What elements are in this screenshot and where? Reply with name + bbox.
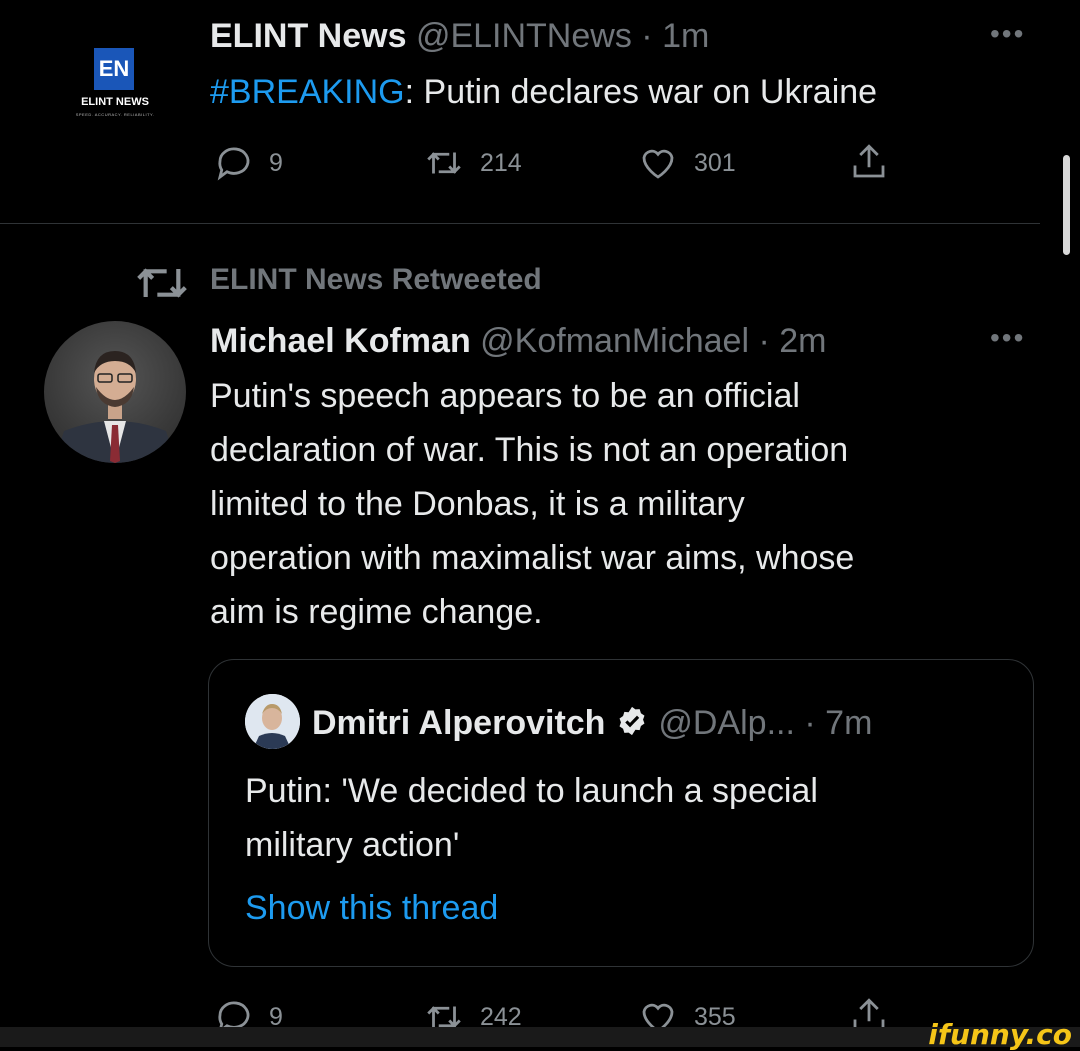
author-handle[interactable]: @KofmanMichael — [480, 322, 749, 360]
reply-icon — [217, 147, 250, 181]
dmitri-alperovitch-avatar[interactable] — [245, 694, 300, 749]
separator: · — [641, 17, 653, 55]
author-handle[interactable]: @ELINTNews — [416, 17, 632, 55]
portrait-image — [54, 351, 176, 463]
quoted-header: Dmitri Alperovitch @DAlp... · 7m — [312, 703, 872, 743]
tweet2-line: aim is regime change. — [210, 593, 543, 631]
separator: · — [758, 322, 770, 360]
elint-logo-name: ELINT NEWS — [81, 96, 149, 108]
quoted-line: military action' — [245, 826, 460, 864]
reply-button[interactable]: 9 — [213, 142, 283, 184]
quoted-portrait-image — [245, 694, 300, 749]
tweet2-text: Putin's speech appears to be an official… — [210, 369, 1030, 639]
author-name[interactable]: ELINT News — [210, 17, 406, 55]
verified-icon — [619, 706, 645, 736]
reply-count: 9 — [269, 148, 283, 177]
retweeted-label[interactable]: ELINT News Retweeted — [210, 260, 542, 300]
share-button[interactable] — [848, 140, 890, 184]
elint-news-avatar[interactable]: EN ELINT NEWS SPEED. ACCURACY. RELIABILI… — [63, 42, 167, 122]
quoted-line: Putin: 'We decided to launch a special — [245, 772, 818, 810]
tweet2-line: limited to the Donbas, it is a military — [210, 485, 745, 523]
ifunny-watermark: ifunny.co — [928, 1018, 1072, 1051]
quoted-author-name[interactable]: Dmitri Alperovitch — [312, 704, 605, 742]
tweet-divider — [0, 223, 1040, 224]
author-name[interactable]: Michael Kofman — [210, 322, 471, 360]
tweet2-line: declaration of war. This is not an opera… — [210, 431, 849, 469]
retweet-button[interactable]: 214 — [422, 142, 522, 184]
tweet-time[interactable]: 2m — [779, 322, 826, 360]
hashtag-link[interactable]: #BREAKING — [210, 73, 405, 111]
tweet2-line: operation with maximalist war aims, whos… — [210, 539, 855, 577]
scrollbar[interactable] — [1063, 155, 1070, 255]
quoted-tweet-time[interactable]: 7m — [825, 704, 872, 742]
watermark-bar — [0, 1027, 1080, 1047]
separator: · — [804, 704, 816, 742]
quoted-author-handle[interactable]: @DAlp... — [658, 704, 795, 742]
tweet1-header: ELINT News @ELINTNews · 1m — [210, 16, 709, 56]
tweet1-text: #BREAKING: Putin declares war on Ukraine — [210, 72, 877, 112]
tweet2-line: Putin's speech appears to be an official — [210, 377, 800, 415]
like-button[interactable]: 301 — [636, 142, 736, 184]
tweet2-header: Michael Kofman @KofmanMichael · 2m — [210, 321, 827, 361]
tweet1-body: : Putin declares war on Ukraine — [404, 73, 878, 111]
retweet-icon — [427, 152, 461, 174]
like-count: 301 — [694, 148, 736, 177]
retweeted-icon — [137, 268, 187, 298]
michael-kofman-avatar[interactable] — [44, 321, 186, 463]
elint-logo-mark: EN — [94, 48, 134, 90]
quoted-text: Putin: 'We decided to launch a special m… — [245, 764, 818, 872]
show-thread-link[interactable]: Show this thread — [245, 888, 498, 928]
share-icon — [853, 144, 885, 178]
more-icon[interactable]: ••• — [990, 18, 1025, 50]
more-icon[interactable]: ••• — [990, 322, 1025, 354]
elint-logo-tagline: SPEED. ACCURACY. RELIABILITY. — [75, 112, 155, 117]
like-icon — [642, 149, 674, 179]
tweet-time[interactable]: 1m — [662, 17, 709, 55]
retweet-count: 214 — [480, 148, 522, 177]
